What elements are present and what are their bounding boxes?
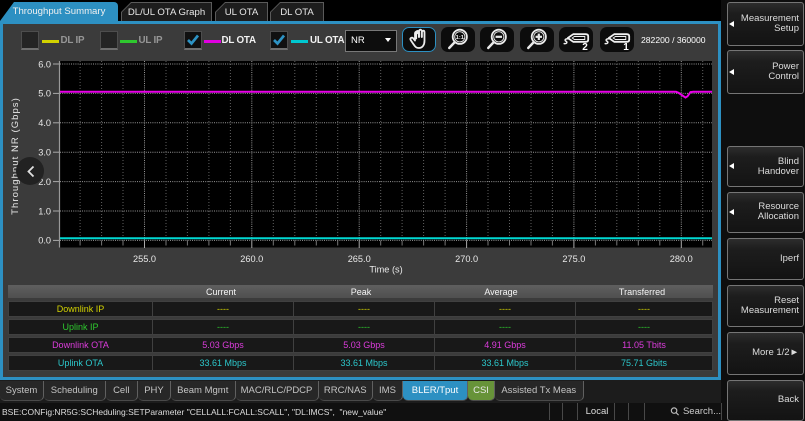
svg-text:3.0: 3.0 <box>38 148 51 158</box>
svg-text:1.0: 1.0 <box>38 206 51 216</box>
svg-text:4.0: 4.0 <box>38 118 51 128</box>
svg-text:265.0: 265.0 <box>348 254 371 264</box>
svg-text:0.0: 0.0 <box>38 236 51 246</box>
svg-text:280.0: 280.0 <box>670 254 693 264</box>
svg-text:255.0: 255.0 <box>133 254 156 264</box>
svg-text:6.0: 6.0 <box>38 59 51 69</box>
svg-text:270.0: 270.0 <box>455 254 478 264</box>
svg-text:5.0: 5.0 <box>38 89 51 99</box>
svg-text:Throughput NR (Gbps): Throughput NR (Gbps) <box>10 97 21 215</box>
svg-text:Time (s): Time (s) <box>369 265 402 275</box>
svg-text:260.0: 260.0 <box>240 254 263 264</box>
svg-text:275.0: 275.0 <box>562 254 585 264</box>
